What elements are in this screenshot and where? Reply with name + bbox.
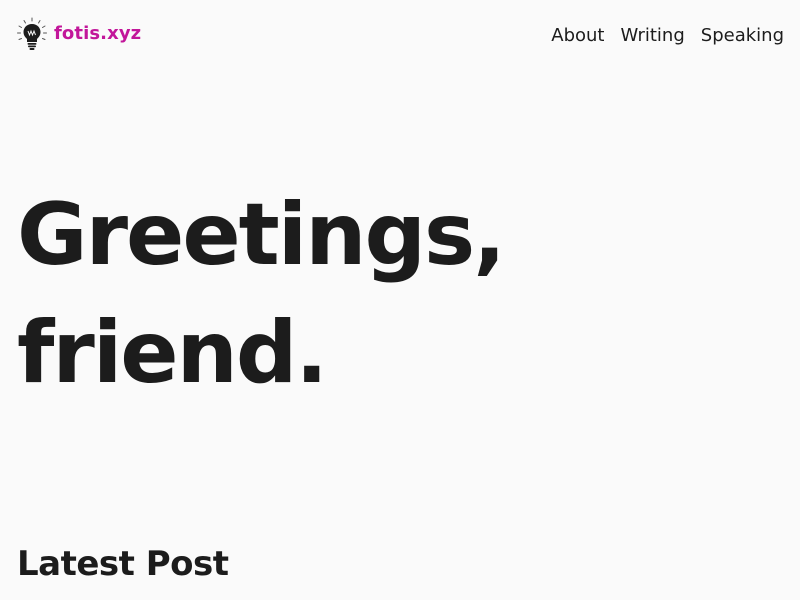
- main-nav: About Writing Speaking: [551, 24, 784, 48]
- hero-line-1: Greetings,: [17, 185, 506, 285]
- hero-heading: Greetings, friend.: [17, 176, 506, 412]
- latest-post-heading: Latest Post: [17, 544, 229, 584]
- lightbulb-icon: [17, 17, 47, 50]
- site-name: fotis.xyz: [54, 23, 142, 44]
- home-logo-link[interactable]: fotis.xyz: [16, 17, 141, 51]
- nav-about-link[interactable]: About: [551, 24, 604, 48]
- nav-writing-link[interactable]: Writing: [620, 24, 684, 48]
- nav-speaking-link[interactable]: Speaking: [701, 24, 784, 48]
- site-header: fotis.xyz About Writing Speaking: [0, 0, 800, 72]
- hero-line-2: friend.: [17, 303, 328, 403]
